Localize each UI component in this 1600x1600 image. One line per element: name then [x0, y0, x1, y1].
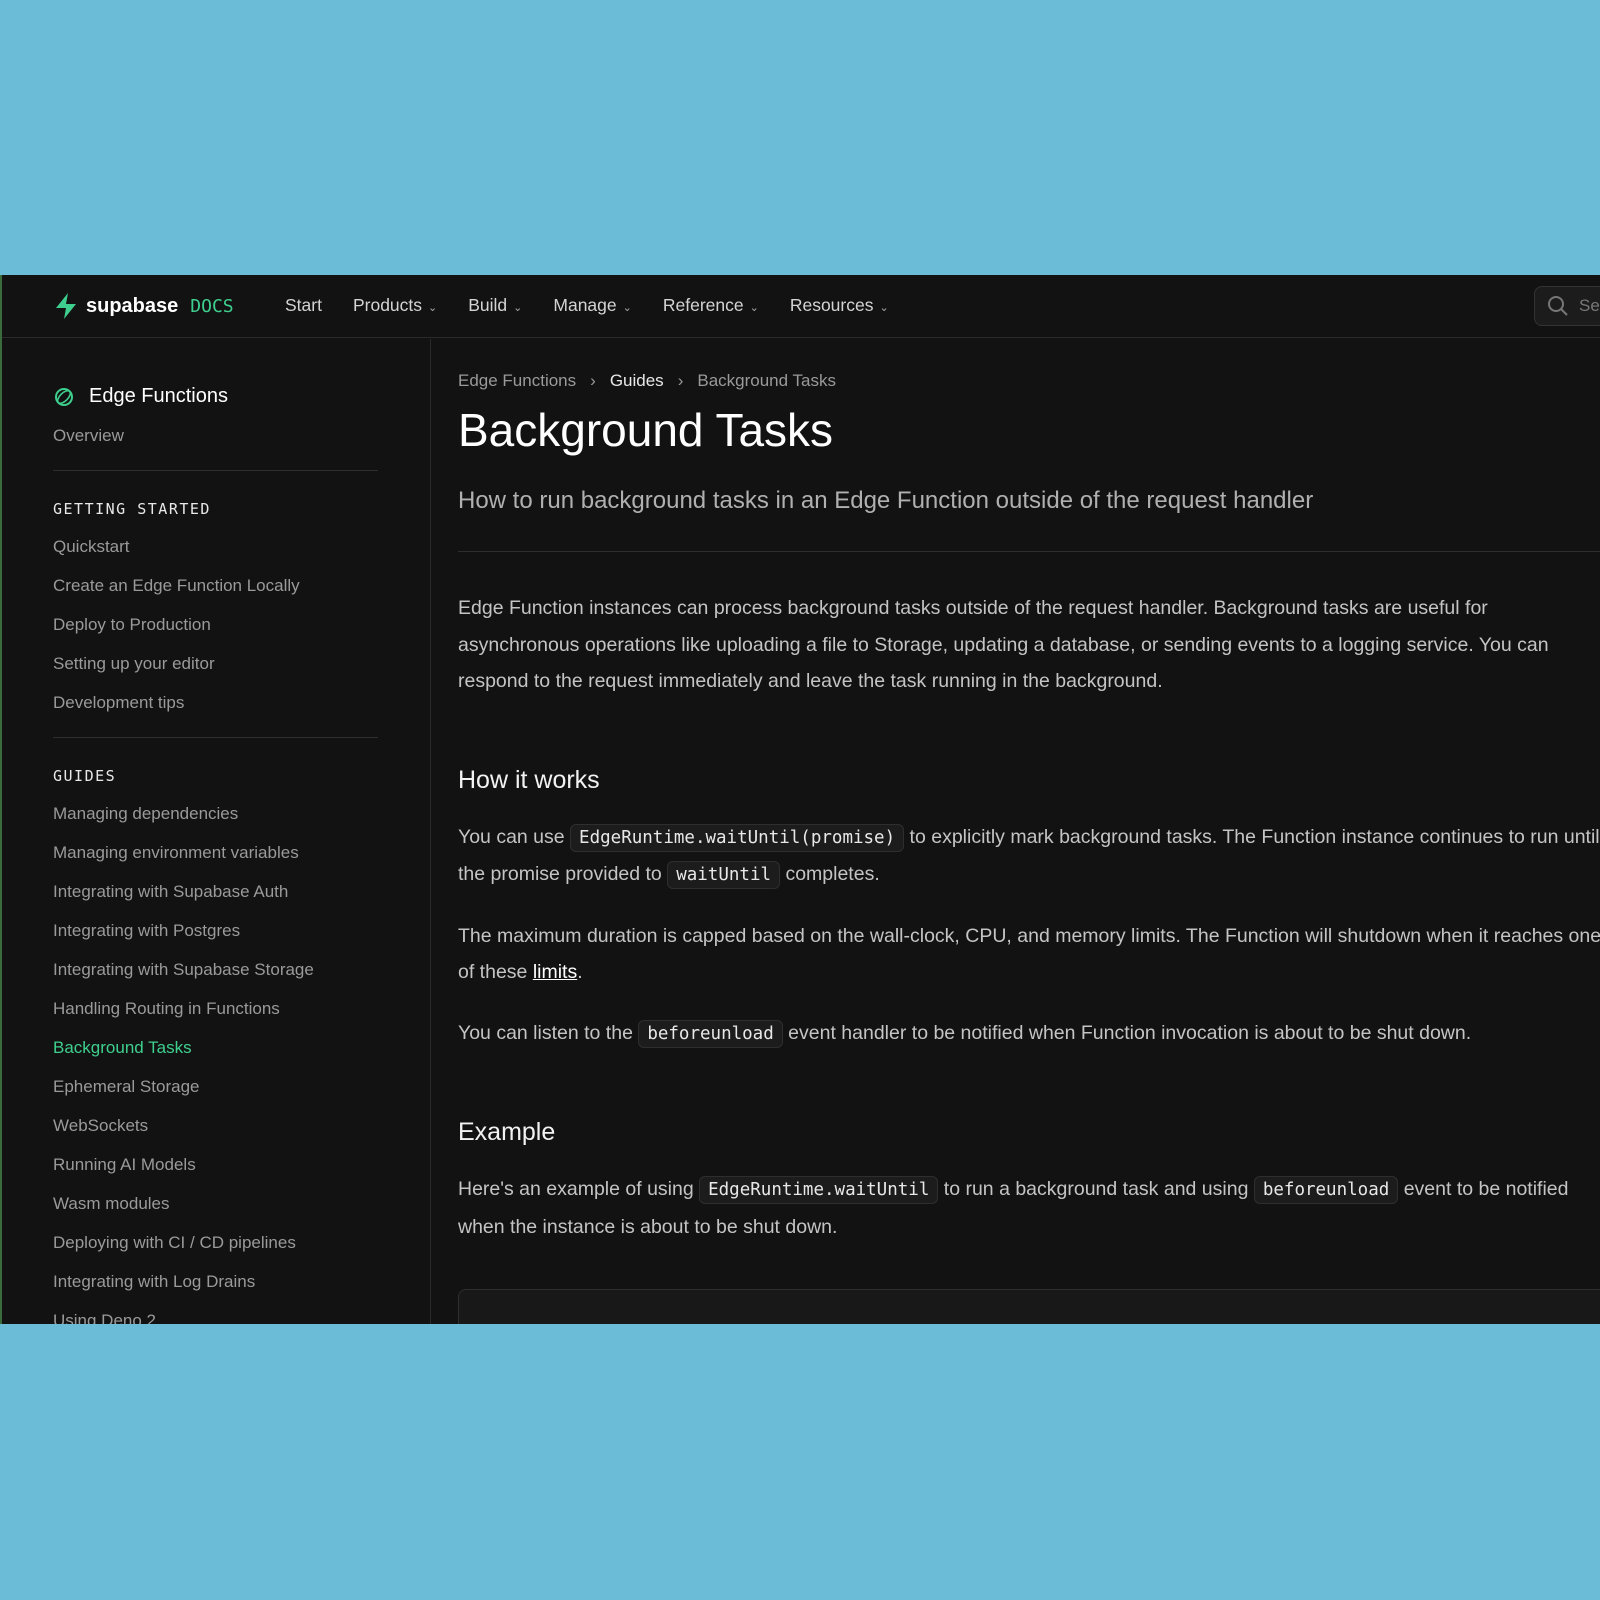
section-getting-started: GETTING STARTED	[53, 500, 211, 518]
breadcrumb: Edge Functions › Guides › Background Tas…	[458, 371, 1600, 391]
paragraph-limits: The maximum duration is capped based on …	[458, 918, 1600, 991]
sidebar-item[interactable]: Deploy to Production	[53, 605, 430, 644]
inline-code: EdgeRuntime.waitUntil(promise)	[570, 823, 905, 852]
chevron-down-icon: ⌄	[879, 302, 889, 314]
sidebar-item[interactable]: Quickstart	[53, 527, 430, 566]
sidebar-section-title: Edge Functions	[53, 385, 430, 408]
sidebar-item[interactable]: Integrating with Supabase Storage	[53, 950, 430, 989]
paragraph-example: Here's an example of using EdgeRuntime.w…	[458, 1171, 1600, 1245]
nav-label: Start	[285, 295, 322, 315]
sidebar-item[interactable]: Handling Routing in Functions	[53, 989, 430, 1028]
sidebar-item-overview[interactable]: Overview	[53, 416, 430, 455]
supabase-bolt-icon	[56, 293, 76, 319]
sidebar-item[interactable]: Using Deno 2	[53, 1301, 430, 1324]
sidebar-item[interactable]: Integrating with Log Drains	[53, 1262, 430, 1301]
main-content: Edge Functions › Guides › Background Tas…	[458, 339, 1600, 1324]
sidebar-item[interactable]: WebSockets	[53, 1106, 430, 1145]
text: event handler to be notified when Functi…	[782, 1021, 1472, 1044]
nav-manage[interactable]: Manage ⌄	[553, 295, 631, 316]
code-block	[458, 1289, 1600, 1324]
inline-code: waitUntil	[667, 861, 781, 889]
nav-label: Reference	[662, 295, 744, 315]
paragraph-waituntil: You can use EdgeRuntime.waitUntil(promis…	[458, 819, 1600, 894]
page-subtitle: How to run background tasks in an Edge F…	[458, 487, 1314, 514]
sidebar-item[interactable]: Development tips	[53, 683, 430, 722]
nav-resources[interactable]: Resources ⌄	[790, 295, 889, 316]
limits-link[interactable]: limits	[533, 961, 577, 983]
sidebar-item[interactable]: Integrating with Supabase Auth	[53, 872, 430, 911]
nav-label: Build	[468, 295, 508, 315]
divider	[53, 737, 378, 738]
sidebar-item[interactable]: Wasm modules	[53, 1184, 430, 1223]
breadcrumb-current: Background Tasks	[697, 371, 836, 390]
nav-label: Manage	[553, 295, 617, 315]
text: The maximum duration is capped based on …	[458, 924, 1600, 984]
text: .	[577, 961, 583, 983]
inline-code: beforeunload	[1253, 1176, 1399, 1204]
text: You can use	[458, 825, 571, 848]
search-button[interactable]: Search	[1534, 286, 1600, 326]
nav-reference[interactable]: Reference ⌄	[663, 295, 759, 316]
divider	[53, 470, 378, 471]
chevron-down-icon: ⌄	[428, 302, 438, 314]
page-title: Background Tasks	[458, 404, 834, 456]
divider	[458, 551, 1600, 552]
supabase-logo[interactable]: supabase DOCS	[54, 293, 234, 319]
sidebar: Edge Functions Overview GETTING STARTED …	[2, 339, 431, 1324]
docs-window: supabase DOCS Start Products ⌄ Build ⌄ Man…	[0, 275, 1600, 1324]
sidebar-item[interactable]: Managing environment variables	[53, 833, 430, 872]
breadcrumb-edge-functions[interactable]: Edge Functions	[458, 371, 576, 391]
paragraph-beforeunload: You can listen to the beforeunload event…	[458, 1015, 1600, 1053]
nav-label: Products	[352, 295, 423, 315]
inline-code: EdgeRuntime.waitUntil	[699, 1176, 939, 1204]
text: You can listen to the	[458, 1021, 639, 1044]
heading-how-it-works: How it works	[458, 765, 600, 794]
breadcrumb-guides[interactable]: Guides	[610, 371, 664, 391]
nav-build[interactable]: Build ⌄	[468, 295, 522, 316]
inline-code: beforeunload	[638, 1019, 783, 1048]
sidebar-item[interactable]: Deploying with CI / CD pipelines	[53, 1223, 430, 1262]
sidebar-item[interactable]: Managing dependencies	[53, 794, 430, 833]
section-guides: GUIDES	[53, 767, 117, 785]
chevron-right-icon: ›	[677, 371, 684, 390]
sidebar-item[interactable]: Setting up your editor	[53, 644, 430, 683]
sidebar-item[interactable]: Create an Edge Function Locally	[53, 566, 430, 605]
intro-paragraph: Edge Function instances can process back…	[458, 597, 1549, 692]
chevron-down-icon: ⌄	[622, 302, 632, 314]
nav-label: Resources	[789, 295, 874, 315]
sidebar-item[interactable]: Running AI Models	[53, 1145, 430, 1184]
brand-name: supabase	[86, 294, 179, 317]
text: to run a background task and using	[938, 1178, 1254, 1200]
edge-functions-icon	[55, 387, 73, 406]
docs-label: DOCS	[190, 295, 234, 317]
chevron-down-icon: ⌄	[749, 302, 759, 314]
sidebar-item[interactable]: Background Tasks	[53, 1028, 430, 1067]
sidebar-item[interactable]: Integrating with Postgres	[53, 911, 430, 950]
chevron-right-icon: ›	[590, 371, 596, 390]
top-nav: supabase DOCS Start Products ⌄ Build ⌄ Man…	[2, 275, 1600, 338]
main-nav: Start Products ⌄ Build ⌄ Manage ⌄ Reference…	[285, 295, 889, 316]
text: completes.	[780, 863, 880, 885]
nav-products[interactable]: Products ⌄	[353, 295, 437, 316]
text: Here's an example of using	[458, 1178, 700, 1200]
sidebar-item[interactable]: Ephemeral Storage	[53, 1067, 430, 1106]
search-icon	[1548, 296, 1568, 316]
search-placeholder: Search	[1579, 296, 1600, 315]
chevron-down-icon: ⌄	[513, 302, 523, 314]
heading-example: Example	[458, 1118, 556, 1146]
sidebar-title: Edge Functions	[89, 385, 228, 407]
nav-start[interactable]: Start	[285, 295, 322, 316]
